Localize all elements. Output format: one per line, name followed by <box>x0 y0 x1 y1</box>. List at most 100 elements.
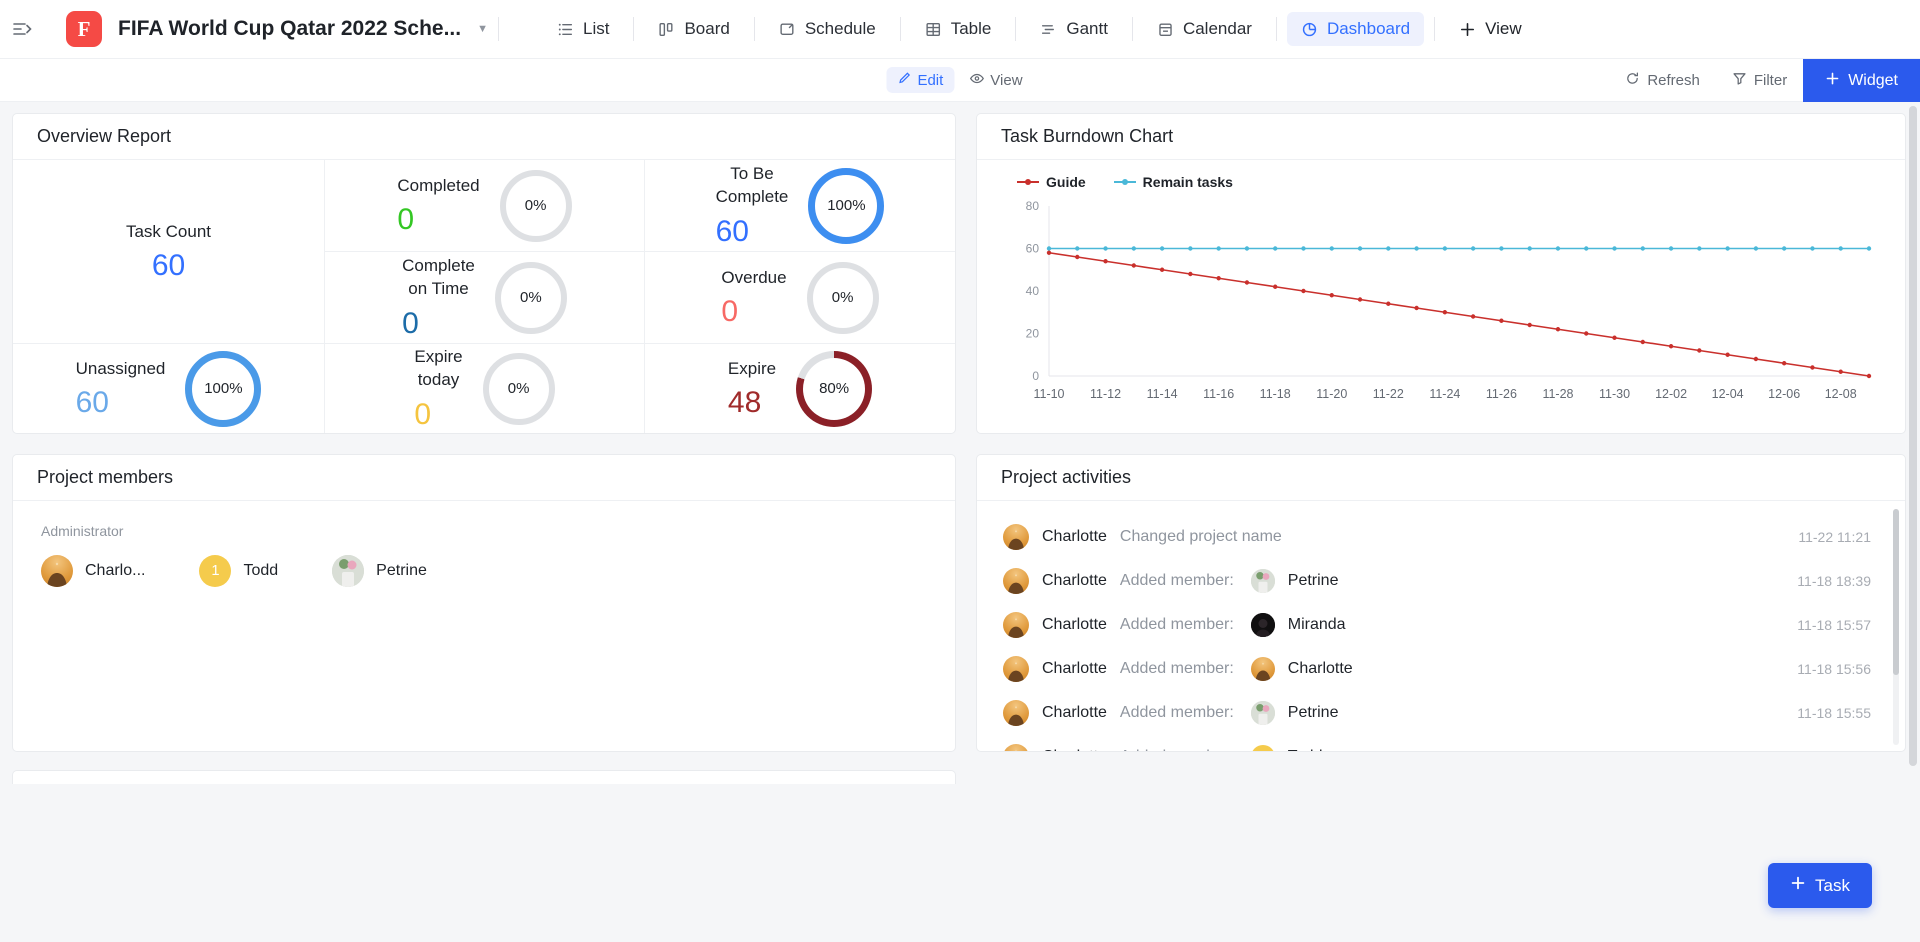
legend-guide[interactable]: Guide <box>1017 174 1086 190</box>
metric-value: 0 <box>397 203 479 236</box>
activity-item[interactable]: CharlotteAdded member:Petrine11-18 15:55 <box>977 691 1905 735</box>
avatar <box>1003 612 1029 638</box>
tab-board[interactable]: Board <box>644 12 743 46</box>
avatar <box>332 555 364 587</box>
divider <box>900 17 901 41</box>
tab-label: Table <box>951 19 992 39</box>
edit-view-toggle: Edit View <box>886 67 1033 94</box>
svg-text:11-16: 11-16 <box>1203 387 1234 401</box>
activity-action: Changed project name <box>1120 528 1282 546</box>
metric-donut: 0% <box>483 353 555 425</box>
activity-action: Added member: <box>1120 572 1234 590</box>
chevron-down-icon[interactable]: ▼ <box>477 23 488 35</box>
svg-text:12-04: 12-04 <box>1712 387 1744 401</box>
activity-action: Added member: <box>1120 660 1234 678</box>
activity-item[interactable]: CharlotteAdded member:Miranda11-18 15:57 <box>977 603 1905 647</box>
divider <box>1276 17 1277 41</box>
activity-item[interactable]: CharlotteAdded member:Charlotte11-18 15:… <box>977 647 1905 691</box>
member-item[interactable]: Petrine <box>332 555 427 587</box>
metric-value: 48 <box>728 386 776 419</box>
refresh-button[interactable]: Refresh <box>1609 59 1716 102</box>
metric-donut: 100% <box>185 351 261 427</box>
avatar <box>1003 656 1029 682</box>
member-name: Todd <box>243 562 278 580</box>
pencil-icon <box>897 71 911 89</box>
project-members-body: Administrator Charlo...1ToddPetrine <box>13 501 955 751</box>
avatar <box>1251 613 1275 637</box>
add-widget-button[interactable]: Widget <box>1803 59 1920 102</box>
avatar <box>1003 700 1029 726</box>
app-logo: F <box>66 11 102 47</box>
refresh-label: Refresh <box>1647 72 1700 89</box>
metric-percent: 0% <box>525 197 547 214</box>
add-task-button[interactable]: Task <box>1768 863 1872 908</box>
metric-value: 0 <box>414 398 462 431</box>
add-view-label: View <box>1485 19 1522 39</box>
metric-percent: 0% <box>508 380 530 397</box>
list-icon <box>557 21 574 38</box>
activity-item[interactable]: CharlotteAdded member:1Todd11-1 <box>977 735 1905 751</box>
activity-timestamp: 11-18 15:56 <box>1797 661 1871 677</box>
burndown-plot: 02040608011-1011-1211-1411-1611-1811-201… <box>995 192 1883 410</box>
activity-user: Charlotte <box>1042 660 1107 678</box>
legend-remain-tasks[interactable]: Remain tasks <box>1114 174 1233 190</box>
svg-text:11-26: 11-26 <box>1486 387 1517 401</box>
plus-icon <box>1459 21 1476 38</box>
tab-label: Dashboard <box>1327 19 1410 39</box>
svg-text:11-30: 11-30 <box>1599 387 1630 401</box>
svg-text:40: 40 <box>1026 284 1040 298</box>
avatar: 1 <box>199 555 231 587</box>
page-scrollbar[interactable] <box>1909 106 1917 766</box>
metric-donut: 80% <box>796 351 872 427</box>
tab-dashboard[interactable]: Dashboard <box>1287 12 1424 46</box>
svg-text:12-02: 12-02 <box>1655 387 1687 401</box>
tab-calendar[interactable]: Calendar <box>1143 12 1266 46</box>
tab-list[interactable]: List <box>543 12 623 46</box>
activity-timestamp: 11-18 15:57 <box>1797 617 1871 633</box>
dashboard-toolbar: Edit View Refresh Filter Widget <box>0 59 1920 102</box>
table-icon <box>925 21 942 38</box>
metric-expire-today: Expiretoday 0 0% <box>325 344 645 433</box>
activity-item[interactable]: CharlotteAdded member:Petrine11-18 18:39 <box>977 559 1905 603</box>
calendar-icon <box>1157 21 1174 38</box>
avatar <box>41 555 73 587</box>
avatar <box>1003 744 1029 751</box>
refresh-icon <box>1625 71 1640 90</box>
plus-icon <box>1825 71 1840 91</box>
metric-label: Completed <box>397 175 479 198</box>
dashboard-board: Overview Report Task Count 60 <box>0 103 1920 942</box>
tab-gantt[interactable]: Gantt <box>1026 12 1122 46</box>
avatar: 1 <box>1251 745 1275 751</box>
widget-row-1: Overview Report Task Count 60 <box>12 113 1908 434</box>
divider <box>1434 17 1435 41</box>
metric-label: Expiretoday <box>414 346 462 392</box>
add-view-button[interactable]: View <box>1445 12 1536 46</box>
member-item[interactable]: Charlo... <box>41 555 145 587</box>
filter-button[interactable]: Filter <box>1716 59 1803 102</box>
task-burndown-widget: Task Burndown Chart Guide Remain tasks 0… <box>976 113 1906 434</box>
legend-swatch <box>1017 181 1039 183</box>
metric-label: Completeon Time <box>402 255 475 301</box>
widget-row-2: Project members Administrator Charlo...1… <box>12 454 1908 752</box>
edit-mode-button[interactable]: Edit <box>886 67 954 93</box>
metric-to-be-complete: To BeComplete 60 100% <box>645 160 955 252</box>
member-item[interactable]: 1 Todd <box>199 555 278 587</box>
divider <box>1015 17 1016 41</box>
activity-item[interactable]: CharlotteChanged project name11-22 11:21 <box>977 515 1905 559</box>
activity-user: Charlotte <box>1042 572 1107 590</box>
metric-label: To BeComplete <box>716 163 789 209</box>
activity-timestamp: 11-18 18:39 <box>1797 573 1871 589</box>
svg-text:11-22: 11-22 <box>1373 387 1404 401</box>
view-mode-button[interactable]: View <box>958 67 1033 94</box>
widget-row-3 <box>12 752 1908 784</box>
tab-table[interactable]: Table <box>911 12 1006 46</box>
svg-text:12-06: 12-06 <box>1768 387 1800 401</box>
divider <box>754 17 755 41</box>
svg-text:80: 80 <box>1026 199 1040 213</box>
legend-label: Guide <box>1046 174 1086 190</box>
metric-percent: 0% <box>832 289 854 306</box>
project-members-title: Project members <box>13 455 955 501</box>
expand-sidebar-icon[interactable] <box>0 0 44 59</box>
tab-schedule[interactable]: Schedule <box>765 12 890 46</box>
metric-percent: 100% <box>827 197 865 214</box>
